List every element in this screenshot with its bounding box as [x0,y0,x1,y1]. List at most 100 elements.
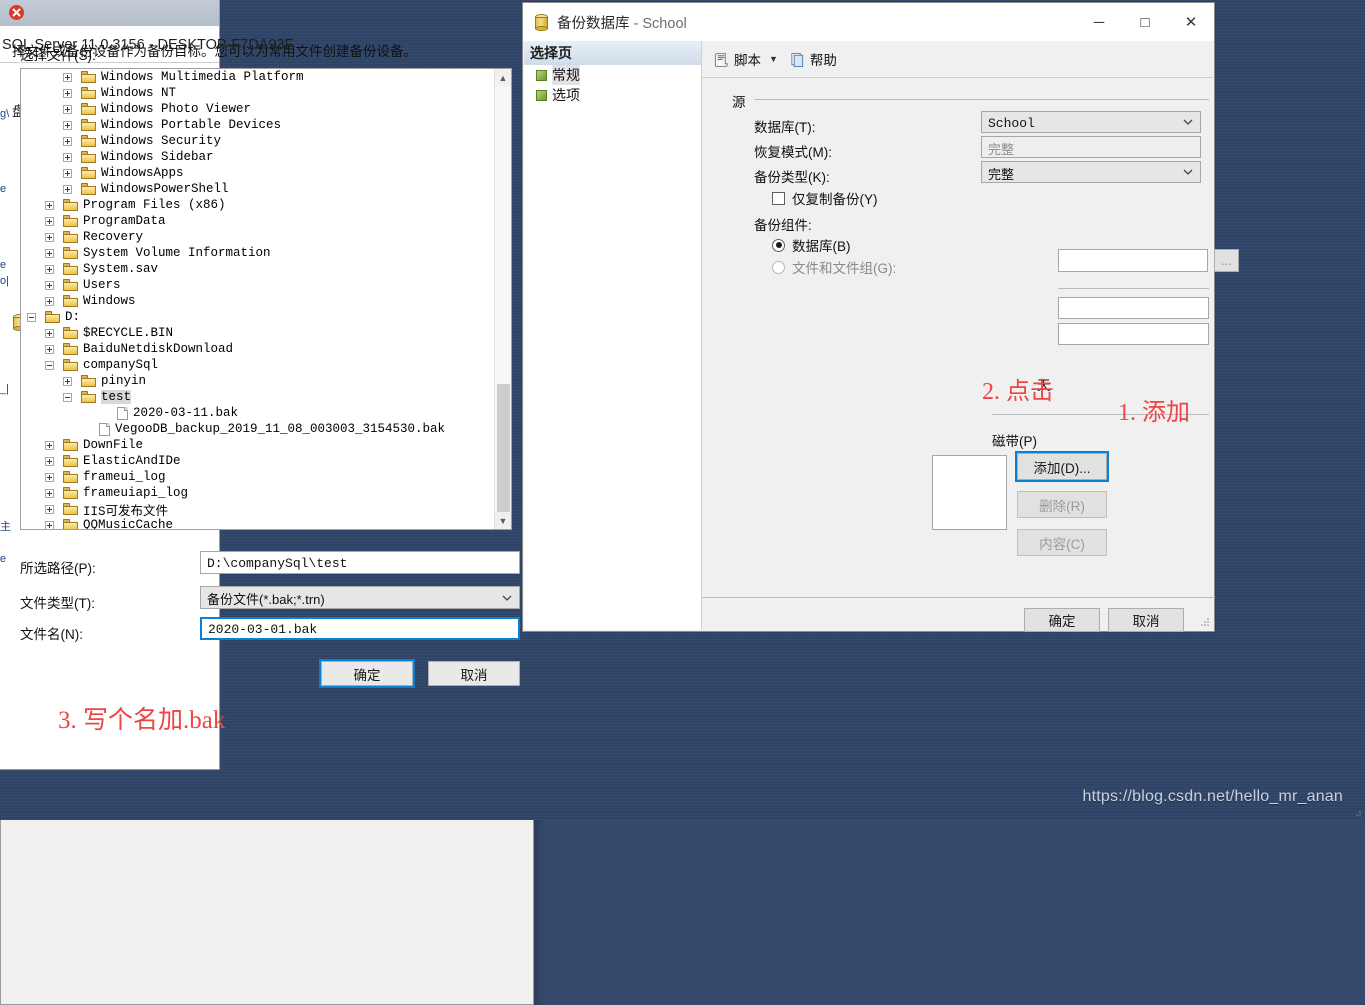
file-tree[interactable]: Windows Multimedia Platform Windows NT Win… [20,68,512,530]
selected-path-input[interactable]: D:\companySql\test [200,551,520,574]
expand-icon[interactable] [63,168,72,178]
expand-icon[interactable] [63,104,72,114]
tree-item[interactable]: VegooDB_backup_2019_11_08_003003_3154530… [21,421,494,437]
expand-icon[interactable] [45,488,54,498]
expand-icon[interactable] [63,136,72,146]
expire-field-b[interactable] [1058,323,1209,345]
expand-icon[interactable] [45,200,54,210]
chevron-down-icon[interactable]: ▼ [769,54,778,64]
copy-only-checkbox[interactable] [772,191,785,205]
backup-type-combo[interactable]: 完整 [981,161,1201,183]
tree-item[interactable]: companySql [21,357,494,373]
collapse-icon[interactable] [63,392,72,402]
tree-item[interactable]: $RECYCLE.BIN [21,325,494,341]
tree-item[interactable]: QQMusicCache [21,517,494,529]
remove-button[interactable]: 删除(R) [1017,491,1107,518]
close-icon[interactable]: ✕ [1168,3,1214,41]
folder-icon [45,311,60,323]
tree-item[interactable]: ElasticAndIDe [21,453,494,469]
tree-item[interactable]: pinyin [21,373,494,389]
radio-database[interactable] [772,238,785,252]
expand-icon[interactable] [63,376,72,386]
tree-item[interactable]: ProgramData [21,213,494,229]
expand-icon[interactable] [63,152,72,162]
tree-item[interactable]: D: [21,309,494,325]
error-icon [9,5,24,20]
page-item-options[interactable]: 选项 [524,85,701,105]
tree-item[interactable]: frameui_log [21,469,494,485]
expand-icon[interactable] [45,472,54,482]
expand-icon[interactable] [45,520,54,529]
tree-item[interactable]: WindowsApps [21,165,494,181]
backup-database-window[interactable]: 备份数据库 - School ─ □ ✕ 选择页 常规 选项 脚本 ▼ 帮助 源… [522,2,1239,632]
tree-item[interactable]: IIS可发布文件 [21,501,494,519]
backup-ok-button[interactable]: 确定 [1024,608,1100,632]
expand-icon[interactable] [45,344,54,354]
expand-icon[interactable] [45,232,54,242]
collapse-icon[interactable] [45,360,54,370]
expand-icon[interactable] [45,296,54,306]
file-name-input[interactable]: 2020-03-01.bak [200,617,520,640]
tree-item[interactable]: Recovery [21,229,494,245]
page-item-general[interactable]: 常规 [524,65,701,85]
backup-cancel-button[interactable]: 取消 [1108,608,1184,632]
filegroup-field[interactable] [1058,249,1208,272]
tree-item[interactable]: Windows NT [21,85,494,101]
expand-icon[interactable] [45,264,54,274]
destination-list[interactable] [932,455,1007,530]
recovery-model-value: 完整 [988,142,1015,158]
tree-item[interactable]: Program Files (x86) [21,197,494,213]
file-type-combo[interactable]: 备份文件(*.bak;*.trn) [200,586,520,609]
expand-icon[interactable] [63,184,72,194]
component-database-row[interactable]: 数据库(B) [772,235,851,255]
minimize-button[interactable]: ─ [1076,3,1122,41]
component-filegroup-row[interactable]: 文件和文件组(G): [772,257,896,277]
tree-item[interactable]: WindowsPowerShell [21,181,494,197]
script-button[interactable]: 脚本 [714,49,761,69]
tree-item[interactable]: Windows Photo Viewer [21,101,494,117]
expand-icon[interactable] [45,328,54,338]
tree-item[interactable]: Windows Multimedia Platform [21,69,494,85]
database-combo[interactable]: School [981,111,1201,133]
contents-button[interactable]: 内容(C) [1017,529,1107,556]
tree-item[interactable]: System Volume Information [21,245,494,261]
file-tree-scrollbar[interactable]: ▲ ▼ [494,69,511,529]
copy-only-row[interactable]: 仅复制备份(Y) [772,188,878,208]
help-button[interactable]: 帮助 [790,49,837,69]
tree-item[interactable]: Windows [21,293,494,309]
resize-grip-icon[interactable] [1200,617,1210,627]
expand-icon[interactable] [63,88,72,98]
radio-filegroup[interactable] [772,260,785,274]
tree-item[interactable]: Windows Sidebar [21,149,494,165]
add-button[interactable]: 添加(D)... [1015,451,1109,482]
expand-icon[interactable] [45,440,54,450]
scroll-down-arrow-icon[interactable]: ▼ [495,512,511,529]
tree-item[interactable]: DownFile [21,437,494,453]
file-cancel-button[interactable]: 取消 [428,661,520,686]
expand-icon[interactable] [45,216,54,226]
tree-item[interactable]: System.sav [21,261,494,277]
tree-item[interactable]: Users [21,277,494,293]
page-item-label: 选项 [552,87,580,103]
tree-item[interactable]: Windows Security [21,133,494,149]
tree-item[interactable]: test [21,389,494,405]
expire-field-a[interactable] [1058,297,1209,319]
tree-item[interactable]: 2020-03-11.bak [21,405,494,421]
expand-icon[interactable] [45,248,54,258]
filegroup-browse-button[interactable]: ... [1214,249,1239,272]
tree-item[interactable]: BaiduNetdiskDownload [21,341,494,357]
maximize-button[interactable]: □ [1122,3,1168,41]
tree-item[interactable]: Windows Portable Devices [21,117,494,133]
scroll-up-arrow-icon[interactable]: ▲ [495,69,511,86]
resize-grip-icon[interactable] [1352,807,1362,817]
folder-icon [81,391,96,403]
tree-item-label: Windows Security [101,134,222,148]
expand-icon[interactable] [45,280,54,290]
expand-icon[interactable] [45,504,54,514]
scrollbar-thumb[interactable] [497,384,510,514]
expand-icon[interactable] [45,456,54,466]
file-ok-button[interactable]: 确定 [319,659,415,688]
expand-icon[interactable] [63,72,72,82]
expand-icon[interactable] [63,120,72,130]
collapse-icon[interactable] [27,312,36,322]
